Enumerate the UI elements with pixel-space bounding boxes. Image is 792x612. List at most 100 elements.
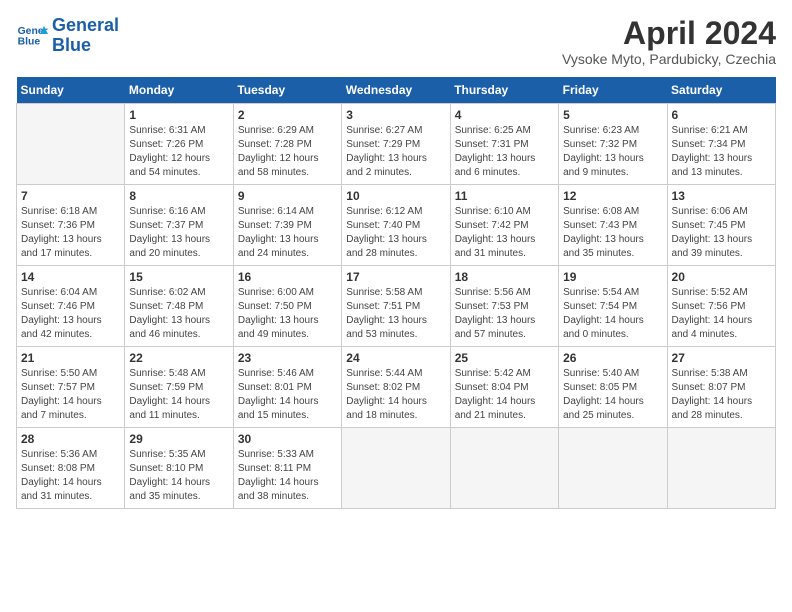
day-number: 8: [129, 189, 228, 203]
day-number: 3: [346, 108, 445, 122]
calendar-cell: 1Sunrise: 6:31 AMSunset: 7:26 PMDaylight…: [125, 104, 233, 185]
calendar-cell: [667, 428, 775, 509]
calendar-cell: [559, 428, 667, 509]
day-info: Sunrise: 5:50 AMSunset: 7:57 PMDaylight:…: [21, 367, 120, 423]
day-number: 19: [563, 270, 662, 284]
day-info: Sunrise: 6:31 AMSunset: 7:26 PMDaylight:…: [129, 124, 228, 180]
day-info: Sunrise: 6:00 AMSunset: 7:50 PMDaylight:…: [238, 286, 337, 342]
day-info: Sunrise: 6:12 AMSunset: 7:40 PMDaylight:…: [346, 205, 445, 261]
day-info: Sunrise: 5:35 AMSunset: 8:10 PMDaylight:…: [129, 448, 228, 504]
calendar-week-5: 28 Sunrise: 5:36 AMSunset: 8:08 PMDayligh…: [17, 428, 776, 509]
calendar-cell: 29 Sunrise: 5:35 AMSunset: 8:10 PMDayligh…: [125, 428, 233, 509]
weekday-saturday: Saturday: [667, 77, 775, 104]
calendar-cell: 16 Sunrise: 6:00 AMSunset: 7:50 PMDayligh…: [233, 266, 341, 347]
location-subtitle: Vysoke Myto, Pardubicky, Czechia: [562, 51, 776, 67]
day-number: 23: [238, 351, 337, 365]
day-number: 12: [563, 189, 662, 203]
day-info: Sunrise: 6:27 AMSunset: 7:29 PMDaylight:…: [346, 124, 445, 180]
day-info: Sunrise: 5:42 AMSunset: 8:04 PMDaylight:…: [455, 367, 554, 423]
calendar-cell: 3 Sunrise: 6:27 AMSunset: 7:29 PMDaylight…: [342, 104, 450, 185]
calendar-week-1: 1Sunrise: 6:31 AMSunset: 7:26 PMDaylight…: [17, 104, 776, 185]
calendar-cell: [342, 428, 450, 509]
day-number: 18: [455, 270, 554, 284]
calendar-cell: 23 Sunrise: 5:46 AMSunset: 8:01 PMDayligh…: [233, 347, 341, 428]
day-info: Sunrise: 5:46 AMSunset: 8:01 PMDaylight:…: [238, 367, 337, 423]
calendar-cell: 27 Sunrise: 5:38 AMSunset: 8:07 PMDayligh…: [667, 347, 775, 428]
calendar-cell: 17 Sunrise: 5:58 AMSunset: 7:51 PMDayligh…: [342, 266, 450, 347]
calendar-week-2: 7Sunrise: 6:18 AMSunset: 7:36 PMDaylight…: [17, 185, 776, 266]
weekday-wednesday: Wednesday: [342, 77, 450, 104]
day-info: Sunrise: 5:40 AMSunset: 8:05 PMDaylight:…: [563, 367, 662, 423]
day-number: 25: [455, 351, 554, 365]
day-number: 20: [672, 270, 771, 284]
day-number: 2: [238, 108, 337, 122]
day-info: Sunrise: 6:08 AMSunset: 7:43 PMDaylight:…: [563, 205, 662, 261]
day-number: 15: [129, 270, 228, 284]
calendar-cell: 14Sunrise: 6:04 AMSunset: 7:46 PMDayligh…: [17, 266, 125, 347]
calendar-cell: 11 Sunrise: 6:10 AMSunset: 7:42 PMDayligh…: [450, 185, 558, 266]
day-number: 17: [346, 270, 445, 284]
day-info: Sunrise: 6:23 AMSunset: 7:32 PMDaylight:…: [563, 124, 662, 180]
logo: General Blue General Blue: [16, 16, 119, 56]
day-number: 10: [346, 189, 445, 203]
calendar-cell: 10 Sunrise: 6:12 AMSunset: 7:40 PMDayligh…: [342, 185, 450, 266]
weekday-friday: Friday: [559, 77, 667, 104]
calendar-cell: 6Sunrise: 6:21 AMSunset: 7:34 PMDaylight…: [667, 104, 775, 185]
day-number: 11: [455, 189, 554, 203]
calendar-cell: 18Sunrise: 5:56 AMSunset: 7:53 PMDayligh…: [450, 266, 558, 347]
day-number: 9: [238, 189, 337, 203]
day-info: Sunrise: 5:58 AMSunset: 7:51 PMDaylight:…: [346, 286, 445, 342]
calendar-cell: 30Sunrise: 5:33 AMSunset: 8:11 PMDayligh…: [233, 428, 341, 509]
day-number: 5: [563, 108, 662, 122]
day-info: Sunrise: 5:36 AMSunset: 8:08 PMDaylight:…: [21, 448, 120, 504]
day-number: 14: [21, 270, 120, 284]
weekday-sunday: Sunday: [17, 77, 125, 104]
day-number: 24: [346, 351, 445, 365]
calendar-cell: 7Sunrise: 6:18 AMSunset: 7:36 PMDaylight…: [17, 185, 125, 266]
day-info: Sunrise: 6:06 AMSunset: 7:45 PMDaylight:…: [672, 205, 771, 261]
calendar-cell: 15 Sunrise: 6:02 AMSunset: 7:48 PMDayligh…: [125, 266, 233, 347]
day-info: Sunrise: 6:16 AMSunset: 7:37 PMDaylight:…: [129, 205, 228, 261]
calendar-week-4: 21 Sunrise: 5:50 AMSunset: 7:57 PMDayligh…: [17, 347, 776, 428]
day-info: Sunrise: 6:10 AMSunset: 7:42 PMDaylight:…: [455, 205, 554, 261]
weekday-tuesday: Tuesday: [233, 77, 341, 104]
day-info: Sunrise: 5:54 AMSunset: 7:54 PMDaylight:…: [563, 286, 662, 342]
calendar-cell: 13 Sunrise: 6:06 AMSunset: 7:45 PMDayligh…: [667, 185, 775, 266]
calendar-cell: 22Sunrise: 5:48 AMSunset: 7:59 PMDayligh…: [125, 347, 233, 428]
day-info: Sunrise: 6:25 AMSunset: 7:31 PMDaylight:…: [455, 124, 554, 180]
weekday-monday: Monday: [125, 77, 233, 104]
calendar-cell: 24Sunrise: 5:44 AMSunset: 8:02 PMDayligh…: [342, 347, 450, 428]
calendar-cell: 12 Sunrise: 6:08 AMSunset: 7:43 PMDayligh…: [559, 185, 667, 266]
calendar-body: 1Sunrise: 6:31 AMSunset: 7:26 PMDaylight…: [17, 104, 776, 509]
day-info: Sunrise: 6:29 AMSunset: 7:28 PMDaylight:…: [238, 124, 337, 180]
day-number: 27: [672, 351, 771, 365]
weekday-header-row: SundayMondayTuesdayWednesdayThursdayFrid…: [17, 77, 776, 104]
day-info: Sunrise: 6:02 AMSunset: 7:48 PMDaylight:…: [129, 286, 228, 342]
day-info: Sunrise: 5:48 AMSunset: 7:59 PMDaylight:…: [129, 367, 228, 423]
day-info: Sunrise: 6:21 AMSunset: 7:34 PMDaylight:…: [672, 124, 771, 180]
calendar-cell: 2 Sunrise: 6:29 AMSunset: 7:28 PMDaylight…: [233, 104, 341, 185]
day-info: Sunrise: 6:14 AMSunset: 7:39 PMDaylight:…: [238, 205, 337, 261]
day-number: 26: [563, 351, 662, 365]
logo-icon: General Blue: [16, 22, 48, 50]
calendar-cell: 25 Sunrise: 5:42 AMSunset: 8:04 PMDayligh…: [450, 347, 558, 428]
title-section: April 2024 Vysoke Myto, Pardubicky, Czec…: [562, 16, 776, 67]
day-number: 16: [238, 270, 337, 284]
logo-text: General Blue: [52, 16, 119, 56]
day-number: 13: [672, 189, 771, 203]
calendar-cell: [450, 428, 558, 509]
calendar-cell: 26 Sunrise: 5:40 AMSunset: 8:05 PMDayligh…: [559, 347, 667, 428]
day-info: Sunrise: 5:38 AMSunset: 8:07 PMDaylight:…: [672, 367, 771, 423]
month-title: April 2024: [562, 16, 776, 51]
calendar-cell: 28 Sunrise: 5:36 AMSunset: 8:08 PMDayligh…: [17, 428, 125, 509]
calendar-cell: 5 Sunrise: 6:23 AMSunset: 7:32 PMDaylight…: [559, 104, 667, 185]
calendar-table: SundayMondayTuesdayWednesdayThursdayFrid…: [16, 77, 776, 509]
day-number: 28: [21, 432, 120, 446]
calendar-cell: 9 Sunrise: 6:14 AMSunset: 7:39 PMDaylight…: [233, 185, 341, 266]
day-number: 29: [129, 432, 228, 446]
weekday-thursday: Thursday: [450, 77, 558, 104]
calendar-cell: 19 Sunrise: 5:54 AMSunset: 7:54 PMDayligh…: [559, 266, 667, 347]
calendar-cell: [17, 104, 125, 185]
day-info: Sunrise: 5:52 AMSunset: 7:56 PMDaylight:…: [672, 286, 771, 342]
day-number: 21: [21, 351, 120, 365]
